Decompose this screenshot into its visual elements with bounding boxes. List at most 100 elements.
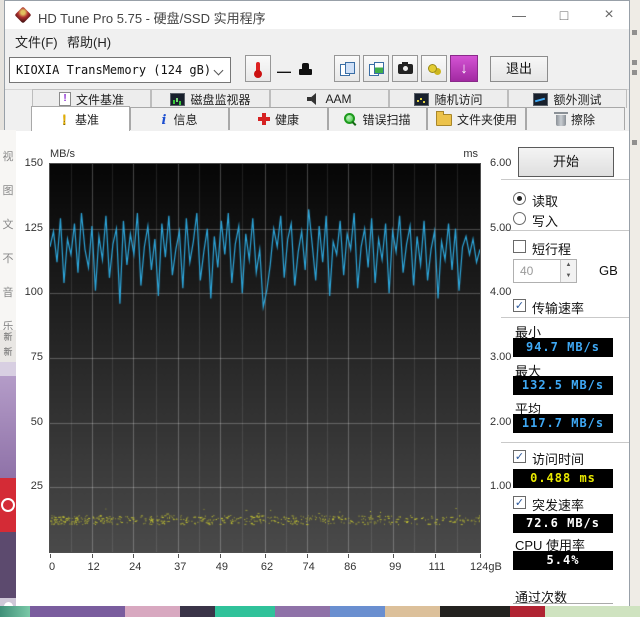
folder-icon [435,111,452,126]
tab-label: 信息 [173,112,198,127]
desktop-thumbnail [440,606,510,617]
transfer-rate-checkbox[interactable] [513,299,526,312]
background-window-text: 视 图 文 不 音 乐 [0,130,16,333]
desktop-left-sliver: 视 图 文 不 音 乐 新 新 [0,130,16,617]
x-axis-tick [480,554,481,558]
desktop-logo-block [0,478,16,532]
save-results-button[interactable]: ↓ [450,55,478,82]
exit-button[interactable]: 退出 [490,56,548,82]
disk-monitor-icon [170,92,186,106]
desktop-color-block [0,362,16,376]
copy-icon [339,61,355,76]
y2-axis-unit-label: ms [463,148,478,160]
speaker-icon [307,93,320,105]
desktop-thumbnail [510,606,545,617]
x-axis-tick-label: 0 [48,561,56,573]
file-benchmark-icon [58,92,71,106]
desktop-thumbnail [545,606,640,617]
menu-file[interactable]: 文件(F) [15,32,58,51]
tab-label: 随机访问 [434,92,483,107]
capacity-unit-label: GB [599,263,618,278]
desktop-right-sliver [630,0,640,617]
spinner-down-icon[interactable]: ▼ [560,271,576,282]
read-radio[interactable] [513,192,526,205]
x-axis-tick-label: 74 [302,561,315,573]
options-button[interactable] [421,55,447,82]
tab-label: 健康 [274,112,299,127]
window-title: HD Tune Pro 5.75 - 硬盘/SSD 实用程序 [38,11,266,26]
x-axis-tick-label: 124gB [470,561,502,573]
down-arrow-icon: ↓ [460,60,468,77]
y-axis-tick-label: 150 [24,157,43,169]
burst-rate-label[interactable]: 突发速率 [532,495,584,514]
transfer-rate-label[interactable]: 传输速率 [532,298,584,317]
desktop-mark [632,140,637,145]
tab-aam[interactable]: AAM [270,89,389,108]
write-label[interactable]: 写入 [532,211,558,230]
tab-disk-monitor[interactable]: 磁盘监视器 [151,89,270,108]
copy-image-button[interactable] [363,55,389,82]
drive-select[interactable]: KIOXIA TransMemory (124 gB) [9,57,231,83]
tab-random-access[interactable]: 随机访问 [389,89,508,108]
desktop-thumbnail [330,606,385,617]
avg-value-display: 117.7 MB/s [513,414,613,433]
toolbar: KIOXIA TransMemory (124 gB) — ↓ 退出 [5,51,629,90]
screenshot-button[interactable] [392,55,418,82]
close-button[interactable]: × [592,3,626,27]
status-stamp-icon [299,63,312,76]
x-axis-tick [178,554,180,558]
spinner-up-icon[interactable]: ▲ [560,260,576,271]
x-axis-tick-label: 24 [129,561,142,573]
minimize-button[interactable]: — [502,3,536,27]
y-axis-tick-label: 50 [30,415,43,428]
benchmark-icon [62,112,70,126]
client-area: 开始 读取 写入 短行程 40 ▲ ▼ GB 传输速率 最小 94.7 MB/s… [5,131,629,606]
capacity-value[interactable]: 40 [520,264,533,278]
max-value-display: 132.5 MB/s [513,376,613,395]
short-stroke-checkbox[interactable] [513,240,526,253]
tab-health[interactable]: 健康 [229,107,328,130]
x-axis-tick-label: 37 [174,561,187,573]
x-axis-tick [265,554,266,558]
thermometer-icon [254,62,262,78]
tab-extra-tests[interactable]: 额外测试 [508,89,627,108]
extra-tests-icon [533,92,549,106]
copy-text-button[interactable] [334,55,360,82]
tab-folder-usage[interactable]: 文件夹使用 [427,107,526,130]
separator [501,317,629,318]
x-axis-tick [393,554,395,558]
tab-label: 擦除 [570,112,595,127]
desktop-bottom-sliver [0,606,640,617]
separator [513,603,613,604]
temperature-button[interactable] [245,55,271,82]
y-axis-tick-label: 100 [24,286,43,299]
tab-info[interactable]: 信息 [130,107,229,130]
capacity-spinner[interactable]: 40 ▲ ▼ [513,259,577,283]
y2-axis-tick-label: 1.00 [490,480,512,493]
copy-image-icon [368,61,384,76]
y2-axis-tick-label: 2.00 [490,415,512,428]
y-axis-tick-label: 75 [30,351,43,363]
maximize-button[interactable]: □ [547,3,581,27]
desktop-color-block [0,376,16,478]
short-stroke-label[interactable]: 短行程 [532,239,571,258]
tab-label: 错误扫描 [362,112,411,127]
read-label[interactable]: 读取 [532,191,558,210]
tab-erase[interactable]: 擦除 [526,107,625,130]
start-button[interactable]: 开始 [518,147,614,177]
x-axis-tick [91,554,93,558]
title-bar: HD Tune Pro 5.75 - 硬盘/SSD 实用程序 — □ × [5,1,629,29]
burst-rate-checkbox[interactable] [513,496,526,509]
x-axis-tick [219,554,221,558]
magnifier-icon [344,112,357,126]
desktop-mark [632,60,637,65]
tab-error-scan[interactable]: 错误扫描 [328,107,427,130]
access-time-label[interactable]: 访问时间 [532,449,584,468]
desktop-color-block [0,532,16,598]
x-axis-tick-label: 86 [344,561,357,573]
menu-help[interactable]: 帮助(H) [67,32,111,51]
trash-icon [553,111,568,126]
tab-benchmark[interactable]: 基准 [31,106,130,131]
access-time-checkbox[interactable] [513,450,526,463]
y-axis-unit-label: MB/s [50,148,76,160]
